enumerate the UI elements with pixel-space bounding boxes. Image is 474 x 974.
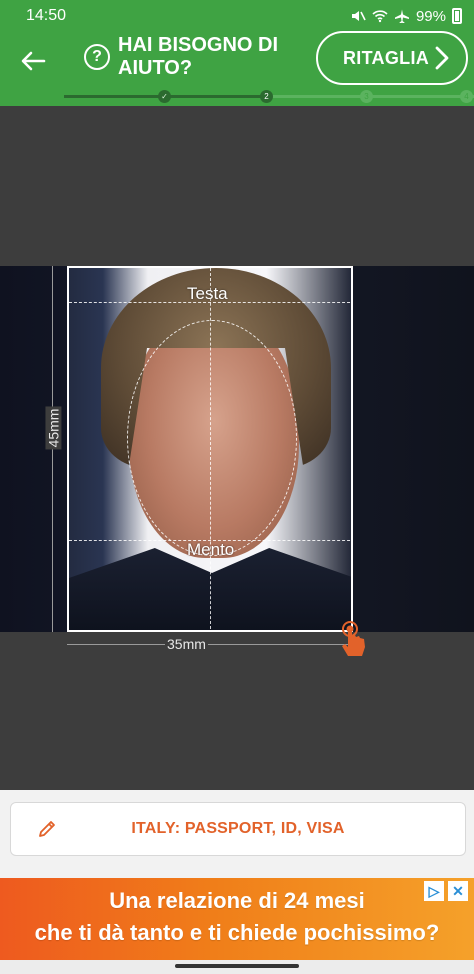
pencil-icon <box>39 821 55 837</box>
step-4: 4 <box>460 90 473 103</box>
battery-icon <box>452 8 462 24</box>
step-progress: ✓ 2 3 4 <box>64 90 474 103</box>
back-arrow-icon[interactable] <box>18 46 48 76</box>
help-button[interactable]: ? HAI BISOGNO DI AIUTO? <box>84 34 288 80</box>
width-dimension: 35mm <box>67 636 353 656</box>
chin-label: Mento <box>187 540 235 559</box>
airplane-mode-icon <box>394 9 409 23</box>
app-bar: 14:50 99% ? HAI BISOGNO DI AIUTO? RITAGL… <box>0 0 474 106</box>
question-icon: ? <box>84 44 110 70</box>
ad-line-1: Una relazione di 24 mesi <box>109 888 365 913</box>
help-label: HAI BISOGNO DI AIUTO? <box>118 34 279 79</box>
preset-panel: ITALY: PASSPORT, ID, VISA <box>0 790 474 878</box>
document-type-selector[interactable]: ITALY: PASSPORT, ID, VISA <box>10 802 466 856</box>
height-dimension: 45mm <box>45 266 64 632</box>
resize-handle-icon[interactable] <box>338 619 368 661</box>
battery-percent: 99% <box>415 7 446 25</box>
step-3: 3 <box>360 90 373 103</box>
crop-button-label: RITAGLIA <box>343 47 430 68</box>
home-gesture-bar[interactable] <box>175 964 299 968</box>
wifi-icon <box>372 10 388 23</box>
mute-icon <box>351 11 366 21</box>
chevron-right-icon <box>435 46 449 70</box>
step-2: 2 <box>260 90 273 103</box>
width-dimension-label: 35mm <box>165 636 208 652</box>
ad-banner[interactable]: ▷ ✕ Una relazione di 24 mesi che ti dà t… <box>0 878 474 960</box>
height-dimension-label: 45mm <box>45 406 62 450</box>
face-oval-guide <box>127 320 297 556</box>
step-1: ✓ <box>158 90 171 103</box>
ad-line-2: che ti dà tanto e ti chiede pochissimo? <box>34 920 440 945</box>
document-type-label: ITALY: PASSPORT, ID, VISA <box>131 820 345 837</box>
status-time: 14:50 <box>26 7 67 24</box>
crop-canvas[interactable]: Testa Mento 45mm 35mm <box>0 106 474 790</box>
status-bar: 14:50 99% <box>26 6 462 26</box>
crop-frame[interactable]: Testa Mento <box>67 266 353 632</box>
system-nav-bar <box>0 960 474 974</box>
crop-button[interactable]: RITAGLIA <box>316 31 468 85</box>
head-label: Testa <box>187 284 228 303</box>
